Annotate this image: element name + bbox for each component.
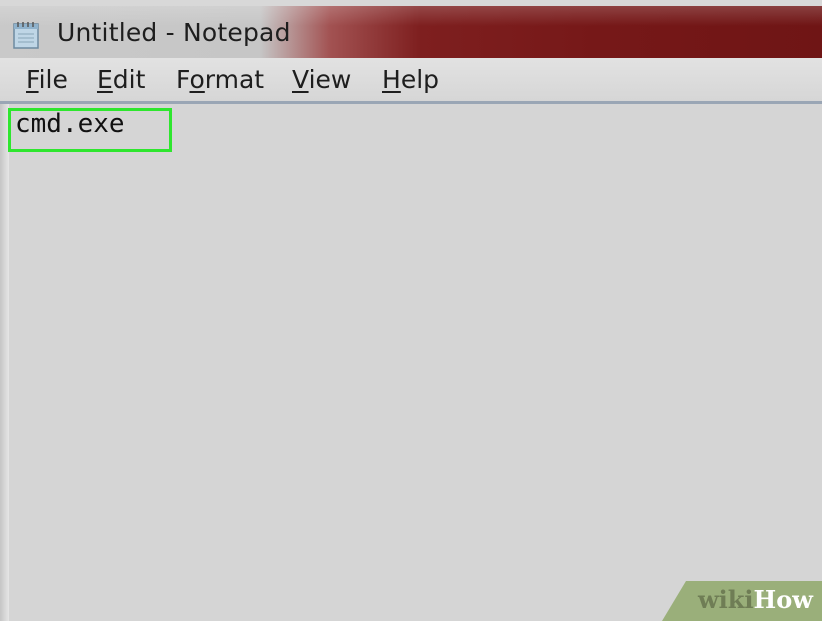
menu-edit-rest: dit — [112, 65, 146, 94]
editor-border — [0, 104, 9, 621]
menu-bar: File Edit Format View Help — [0, 58, 822, 104]
watermark-logo-text: wikiHow — [698, 585, 813, 614]
window-title: Untitled - Notepad — [57, 18, 291, 47]
menu-help-accel: H — [382, 65, 401, 94]
notepad-icon — [13, 22, 39, 49]
title-bar[interactable]: Untitled - Notepad — [0, 6, 822, 58]
text-editor[interactable] — [0, 104, 822, 621]
menu-view[interactable]: View — [292, 65, 351, 94]
menu-format[interactable]: Format — [176, 65, 264, 94]
watermark-how: How — [753, 585, 813, 614]
editor-text[interactable]: cmd.exe — [15, 109, 125, 139]
menu-help[interactable]: Help — [382, 65, 439, 94]
watermark-wiki: wiki — [698, 585, 754, 614]
menu-view-accel: V — [292, 65, 309, 94]
menu-file[interactable]: File — [26, 65, 68, 94]
menu-file-rest: ile — [38, 65, 68, 94]
menu-format-pre: F — [176, 65, 190, 94]
notepad-window: Untitled - Notepad File Edit Format View… — [0, 0, 822, 621]
menu-format-rest: rmat — [204, 65, 265, 94]
menu-file-accel: F — [26, 65, 39, 94]
menu-edit[interactable]: Edit — [97, 65, 145, 94]
wikihow-watermark: wikiHow — [662, 581, 822, 621]
menu-view-rest: iew — [308, 65, 352, 94]
menu-edit-accel: E — [97, 65, 113, 94]
menu-format-accel: o — [189, 65, 205, 94]
menu-help-rest: elp — [400, 65, 440, 94]
